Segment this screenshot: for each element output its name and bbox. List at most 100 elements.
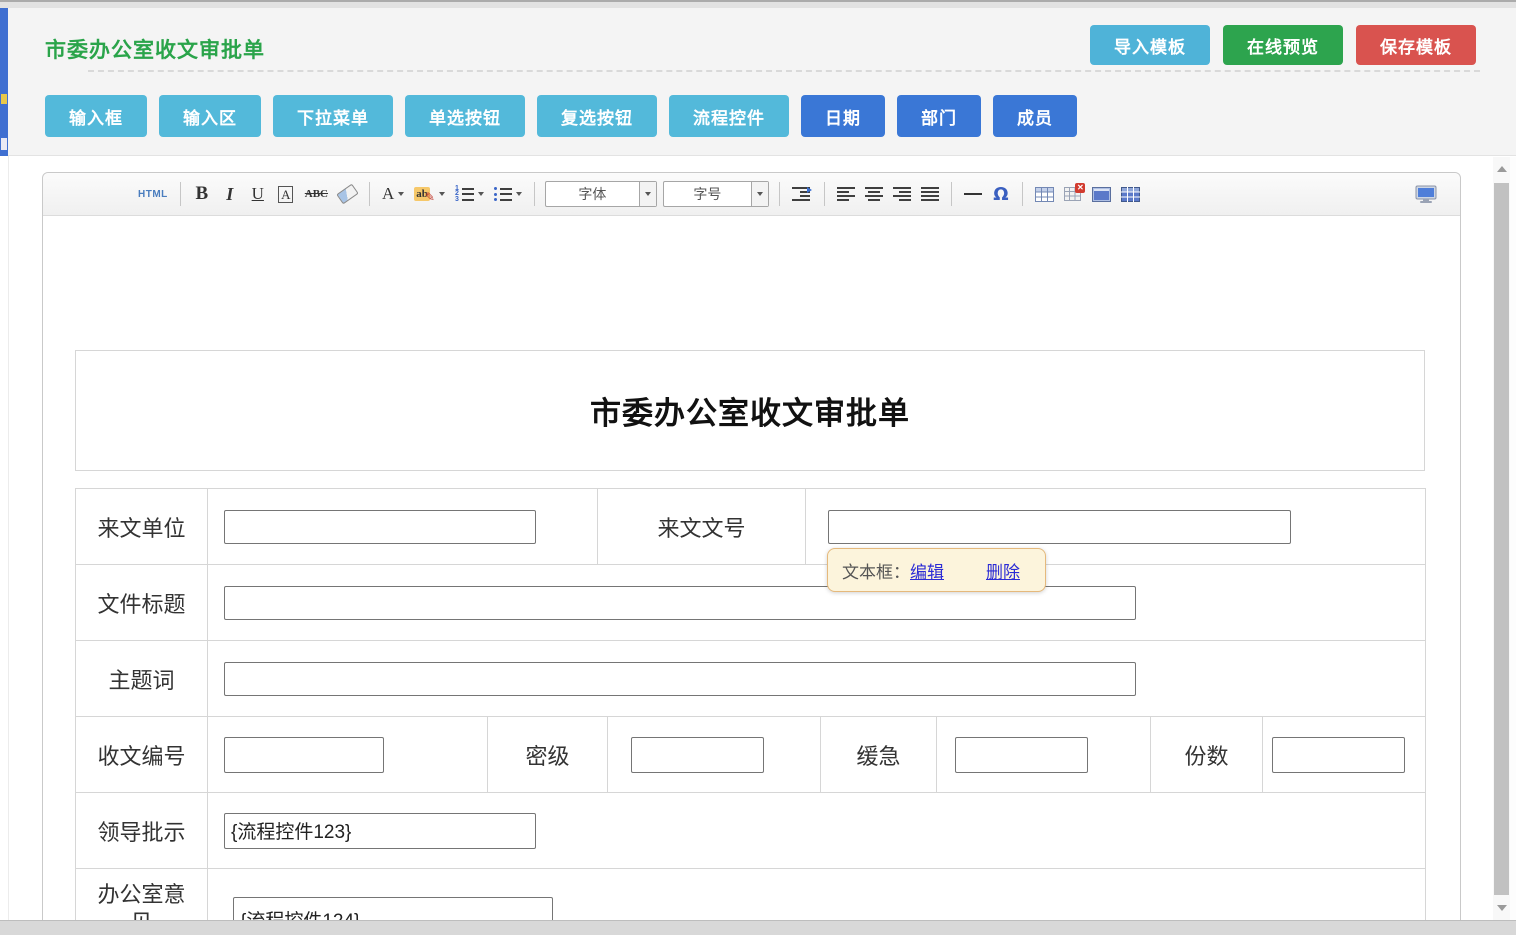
bold-icon: B [195,183,208,205]
insert-table-button[interactable] [1032,180,1057,208]
source-code-button[interactable]: HTML [135,180,171,208]
table-properties-button[interactable] [1089,180,1114,208]
browser-side-stripe [0,8,8,156]
boxed-a-icon: A [278,186,293,203]
strikethrough-icon: ABC [305,188,328,200]
doc-title-cell [208,565,1426,641]
highlight-color-button[interactable]: ab✎ [411,180,448,208]
add-dropdown-button[interactable]: 下拉菜单 [273,95,393,137]
italic-button[interactable]: I [218,180,242,208]
add-department-button[interactable]: 部门 [897,95,981,137]
copies-cell [1263,717,1426,793]
indent-button[interactable] [789,180,815,208]
edit-link[interactable]: 编辑 [910,558,944,583]
main-area: HTML B I U A ABC A ab✎ 123 [0,156,1516,920]
bold-button[interactable]: B [190,180,214,208]
remove-format-button[interactable] [335,180,360,208]
window-bottom-edge [0,920,1516,935]
keywords-cell [208,641,1426,717]
strikethrough-button[interactable]: ABC [302,180,331,208]
delete-link[interactable]: 删除 [986,558,1020,583]
save-template-button[interactable]: 保存模板 [1356,25,1476,65]
left-divider [8,156,9,920]
indent-icon [792,187,812,201]
doc-number-label: 来文文号 [598,489,806,565]
font-style-button[interactable]: A [274,180,298,208]
add-flow-control-button[interactable]: 流程控件 [669,95,789,137]
import-template-button[interactable]: 导入模板 [1090,25,1210,65]
vertical-scrollbar[interactable] [1493,157,1510,920]
align-right-button[interactable] [890,180,914,208]
scroll-down-arrow-icon[interactable] [1493,898,1510,918]
side-stripe-mark [1,94,7,104]
dashed-separator [88,70,1480,72]
chevron-down-icon [645,192,651,196]
fullscreen-button[interactable] [1412,180,1440,208]
receipt-number-input[interactable] [224,737,384,773]
scroll-up-arrow-icon[interactable] [1493,159,1510,179]
font-color-button[interactable]: A [379,180,407,208]
table-row: 来文单位 来文文号 [76,489,1426,565]
toolbar-separator [534,182,535,206]
leader-note-input[interactable] [224,813,536,849]
cell-properties-button[interactable] [1118,180,1143,208]
unordered-list-button[interactable] [491,180,525,208]
monitor-icon [1415,185,1437,204]
add-member-button[interactable]: 成员 [993,95,1077,137]
copies-input[interactable] [1272,737,1405,773]
pencil-icon: ✎ [425,190,435,204]
office-opinion-input[interactable] [233,897,553,920]
align-center-button[interactable] [862,180,886,208]
ordered-list-button[interactable]: 123 [452,180,487,208]
justify-icon [921,187,939,201]
keywords-label: 主题词 [76,641,208,717]
source-unit-input[interactable] [224,510,536,544]
chevron-down-icon [478,192,484,196]
underline-button[interactable]: U [246,180,270,208]
chevron-down-icon [398,192,404,196]
source-unit-label: 来文单位 [76,489,208,565]
font-size-select[interactable]: 字号 [663,181,769,207]
page-header: 市委办公室收文审批单 导入模板 在线预览 保存模板 输入框 输入区 下拉菜单 单… [8,8,1516,156]
add-radio-button[interactable]: 单选按钮 [405,95,525,137]
add-textarea-button[interactable]: 输入区 [159,95,261,137]
add-date-button[interactable]: 日期 [801,95,885,137]
secrecy-label: 密级 [488,717,608,793]
secrecy-cell [608,717,821,793]
urgency-label: 缓急 [821,717,937,793]
online-preview-button[interactable]: 在线预览 [1223,25,1343,65]
form-title: 市委办公室收文审批单 [590,388,910,433]
table-row: 收文编号 密级 缓急 份数 [76,717,1426,793]
font-family-select[interactable]: 字体 [545,181,657,207]
toolbar-separator [779,182,780,206]
form-table: 来文单位 来文文号 文件标题 [75,488,1426,920]
secrecy-input[interactable] [631,737,764,773]
font-size-dropdown-button[interactable] [751,182,768,206]
source-unit-cell [208,489,598,565]
receipt-number-label: 收文编号 [76,717,208,793]
editor-content[interactable]: 市委办公室收文审批单 来文单位 来文文号 文件标题 [43,216,1460,920]
delete-table-button[interactable]: ✕ [1061,180,1085,208]
leader-note-label: 领导批示 [76,793,208,869]
widget-type-label: 文本框： [842,558,910,583]
eraser-icon [336,184,358,205]
font-family-label: 字体 [546,184,639,204]
add-checkbox-button[interactable]: 复选按钮 [537,95,657,137]
scrollbar-thumb[interactable] [1494,183,1509,895]
cell-properties-icon [1121,187,1140,202]
keywords-input[interactable] [224,662,1136,696]
add-input-box-button[interactable]: 输入框 [45,95,147,137]
justify-button[interactable] [918,180,942,208]
italic-icon: I [226,184,233,205]
font-color-icon: A [382,184,394,204]
omega-icon: Ω [993,184,1008,205]
doc-number-input[interactable] [828,510,1291,544]
toolbar-separator [1022,182,1023,206]
horizontal-rule-button[interactable] [961,180,985,208]
urgency-input[interactable] [955,737,1088,773]
align-left-button[interactable] [834,180,858,208]
font-size-label: 字号 [664,184,751,204]
font-family-dropdown-button[interactable] [639,182,656,206]
special-char-button[interactable]: Ω [989,180,1013,208]
table-row: 办公室意见 [76,869,1426,920]
